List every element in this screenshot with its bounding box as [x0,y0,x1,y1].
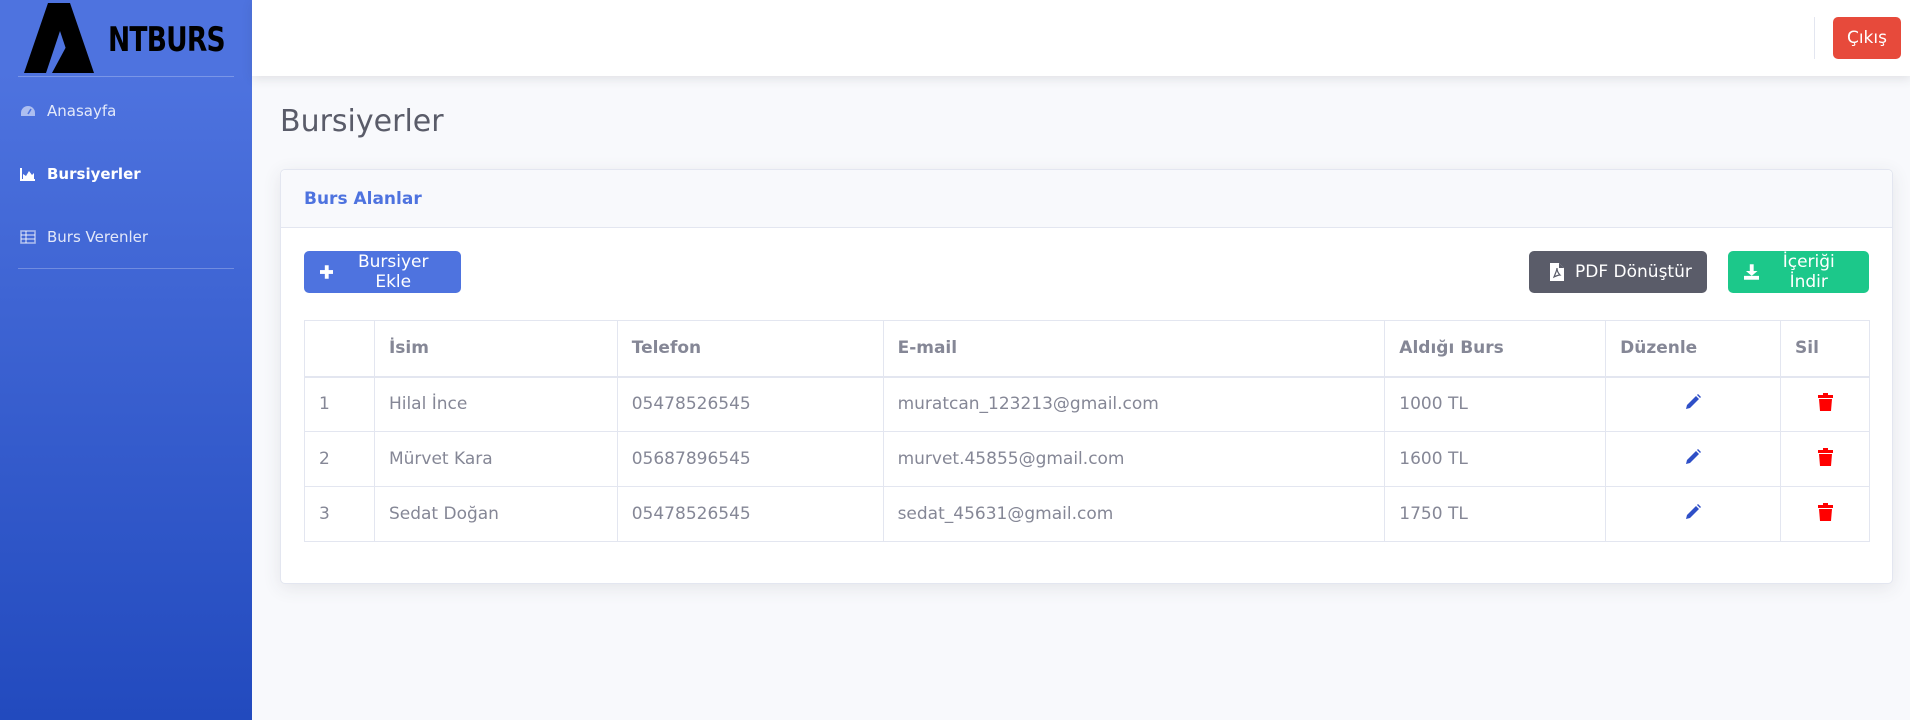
row-edit-cell [1605,376,1782,432]
add-scholar-label: Bursiyer Ekle [357,252,429,292]
column-header-delete: Sil [1780,320,1870,378]
sidebar-item-bursiyerler[interactable]: Bursiyerler [0,142,252,205]
topbar-divider [1813,17,1815,59]
toolbar: Bursiyer Ekle PDF Dönüştür İçeriği İndir [304,251,1869,293]
tachometer-icon [19,104,37,118]
row-name: Hilal İnce [373,376,618,432]
scholars-table: İsim Telefon E-mail Aldığı Burs Düzenle … [304,320,1870,542]
main: Çıkış Bursiyerler Burs Alanlar Bursiyer … [252,0,1910,720]
table-row: 2 Mürvet Kara 05687896545 murvet.45855@g… [304,431,1870,487]
column-header-name: İsim [373,320,618,378]
sidebar-divider [18,268,234,269]
row-number: 3 [304,486,375,542]
plus-icon [320,265,334,279]
topbar: Çıkış [252,0,1910,76]
row-delete-cell [1780,431,1870,487]
pencil-icon[interactable] [1684,503,1702,526]
table-icon [19,229,37,244]
row-delete-cell [1780,376,1870,432]
pencil-icon[interactable] [1684,393,1702,416]
page-title: Bursiyerler [280,104,444,139]
row-edit-cell [1605,486,1782,542]
table-row: 1 Hilal İnce 05478526545 muratcan_123213… [304,376,1870,432]
row-phone: 05687896545 [616,431,884,487]
table-header-row: İsim Telefon E-mail Aldığı Burs Düzenle … [304,320,1870,378]
sidebar: NTBURS Anasayfa Bursiyerler Burs Verenle… [0,0,252,720]
table-row: 3 Sedat Doğan 05478526545 sedat_45631@gm… [304,486,1870,542]
trash-icon[interactable] [1817,447,1833,471]
download-content-label: İçeriği İndir [1782,252,1835,292]
scholarship-card: Burs Alanlar Bursiyer Ekle PDF Dönüştür [280,169,1893,584]
row-number: 1 [304,376,375,432]
brand-name: NTBURS [108,20,226,60]
download-icon [1744,264,1760,280]
sidebar-divider [18,76,234,77]
sidebar-item-label: Anasayfa [47,101,117,120]
row-email: murvet.45855@gmail.com [882,431,1386,487]
logout-button[interactable]: Çıkış [1832,17,1901,59]
column-header-phone: Telefon [616,320,884,378]
chart-area-icon [19,167,37,181]
trash-icon[interactable] [1817,502,1833,526]
sidebar-item-burs-verenler[interactable]: Burs Verenler [0,205,252,268]
app-root: NTBURS Anasayfa Bursiyerler Burs Verenle… [0,0,1910,720]
column-header-edit: Düzenle [1605,320,1782,378]
pencil-icon[interactable] [1684,448,1702,471]
sidebar-item-anasayfa[interactable]: Anasayfa [0,79,252,142]
content: Bursiyerler Burs Alanlar Bursiyer Ekle P… [252,76,1910,584]
column-header-email: E-mail [882,320,1386,378]
row-name: Mürvet Kara [373,431,618,487]
pdf-convert-label: PDF Dönüştür [1575,262,1692,282]
sidebar-item-label: Burs Verenler [47,227,149,246]
row-scholarship: 1600 TL [1384,431,1607,487]
row-scholarship: 1750 TL [1384,486,1607,542]
row-email: muratcan_123213@gmail.com [882,376,1386,432]
pdf-convert-button[interactable]: PDF Dönüştür [1529,251,1707,293]
row-edit-cell [1605,431,1782,487]
row-scholarship: 1000 TL [1384,376,1607,432]
add-scholar-button[interactable]: Bursiyer Ekle [304,251,461,293]
brand-logo-icon [24,3,94,73]
brand[interactable]: NTBURS [0,0,252,76]
row-email: sedat_45631@gmail.com [882,486,1386,542]
card-title: Burs Alanlar [281,170,1892,228]
file-pdf-icon [1550,263,1564,281]
column-header-no [304,320,375,378]
trash-icon[interactable] [1817,392,1833,416]
row-name: Sedat Doğan [373,486,618,542]
download-content-button[interactable]: İçeriği İndir [1728,251,1869,293]
column-header-scholarship: Aldığı Burs [1384,320,1607,378]
row-delete-cell [1780,486,1870,542]
row-number: 2 [304,431,375,487]
row-phone: 05478526545 [616,486,884,542]
sidebar-item-label: Bursiyerler [47,164,141,183]
brand-logo[interactable]: NTBURS [22,3,258,73]
row-phone: 05478526545 [616,376,884,432]
card-body: Bursiyer Ekle PDF Dönüştür İçeriği İndir [281,228,1892,583]
